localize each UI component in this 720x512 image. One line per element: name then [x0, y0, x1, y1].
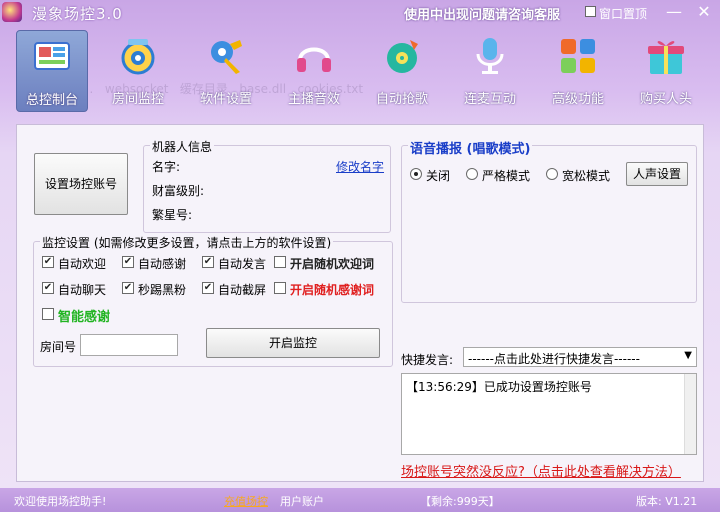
tab-label: 连麦互动 [463, 92, 516, 107]
quick-speak-label: 快捷发言: [401, 353, 454, 367]
remaining-days: 【剩余:999天】 [420, 495, 500, 508]
voice-loose-label: 宽松模式 [562, 169, 611, 183]
auto-thanks-label: 自动感谢 [138, 257, 187, 271]
auto-speak-checkbox[interactable]: ✔ [202, 256, 214, 268]
robot-info-group: 机器人信息 名字: 修改名字 财富级别: 繁星号: [143, 138, 391, 233]
wealth-level-label: 财富级别: [152, 184, 205, 198]
recharge-link[interactable]: 充值场控 [224, 493, 268, 509]
main-toolbar: 总控制台 房间监控 软件设置 主播音效 自动抢歌 连麦互动 高级功能 购买人头 [14, 30, 720, 114]
auto-speak-label: 自动发言 [218, 257, 267, 271]
user-account-link[interactable]: 用户账户 [280, 493, 324, 509]
minimize-button[interactable]: — [664, 2, 684, 22]
tab-label: 总控制台 [25, 93, 78, 108]
tab-mic-interaction[interactable]: 连麦互动 [454, 30, 526, 112]
quick-speak-value: ------点击此处进行快捷发言------ [468, 352, 640, 366]
tab-label: 房间监控 [111, 92, 164, 107]
welcome-text: 欢迎使用场控助手! [14, 495, 107, 508]
pin-checkbox[interactable] [585, 6, 596, 17]
tab-room-monitor[interactable]: 房间监控 [102, 30, 174, 112]
chevron-down-icon: ▼ [684, 350, 692, 361]
rename-link[interactable]: 修改名字 [336, 158, 384, 175]
room-number-input[interactable] [80, 334, 178, 356]
gift-icon [648, 41, 684, 74]
robot-info-title: 机器人信息 [150, 138, 215, 155]
voice-off-label: 关闭 [426, 169, 451, 183]
room-monitor-icon [121, 39, 155, 75]
voice-off-radio[interactable] [410, 168, 422, 180]
tab-label: 高级功能 [551, 92, 604, 107]
title-bar: 漫象场控3.0 使用中出现问题请咨询客服 窗口置顶 — ✕ [0, 0, 720, 26]
voice-strict-radio[interactable] [466, 168, 478, 180]
auto-chat-checkbox[interactable]: ✔ [42, 282, 54, 294]
auto-screenshot-label: 自动截屏 [218, 283, 267, 297]
status-bar: 欢迎使用场控助手! 充值场控 用户账户 【剩余:999天】 版本: V1.21 [0, 488, 720, 512]
console-icon [34, 42, 70, 70]
tab-buy-heads[interactable]: 购买人头 [630, 30, 702, 112]
human-voice-button[interactable]: 人声设置 [626, 162, 688, 186]
tab-label: 主播音效 [287, 92, 340, 107]
start-monitor-button[interactable]: 开启监控 [206, 328, 380, 358]
log-scrollbar[interactable] [684, 374, 696, 454]
app-title: 漫象场控3.0 [32, 5, 123, 23]
monitor-settings-group: 监控设置 (如需修改更多设置，请点击上方的软件设置) ✔ 自动欢迎 ✔ 自动感谢… [33, 234, 393, 367]
voice-strict-label: 严格模式 [482, 169, 531, 183]
star-number-label: 繁星号: [152, 208, 193, 222]
tab-label: 自动抢歌 [375, 92, 428, 107]
random-welcome-label: 开启随机欢迎词 [290, 257, 375, 271]
app-logo-icon [2, 2, 22, 22]
tab-auto-grab-song[interactable]: 自动抢歌 [366, 30, 438, 112]
auto-chat-label: 自动聊天 [58, 283, 107, 297]
robot-name-label: 名字: [152, 160, 181, 174]
monitor-settings-title: 监控设置 (如需修改更多设置，请点击上方的软件设置) [40, 234, 334, 251]
disc-icon [387, 40, 418, 73]
smart-thanks-checkbox[interactable] [42, 308, 54, 320]
pin-label: 窗口置顶 [599, 7, 648, 21]
console-panel: 设置场控账号 机器人信息 名字: 修改名字 财富级别: 繁星号: 监控设置 (如… [16, 124, 704, 482]
app-window: Log… websocket 缓存目录 base.dll cookies.txt… [0, 0, 720, 512]
kick-black-fans-checkbox[interactable]: ✔ [122, 282, 134, 294]
voice-broadcast-title: 语音播报 (唱歌模式) [408, 138, 533, 157]
microphone-icon [476, 38, 504, 74]
random-thanks-label: 开启随机感谢词 [290, 283, 375, 297]
auto-thanks-checkbox[interactable]: ✔ [122, 256, 134, 268]
log-textarea[interactable]: 【13:56:29】已成功设置场控账号 [401, 373, 697, 455]
tab-console[interactable]: 总控制台 [16, 30, 88, 112]
settings-wrench-icon [211, 40, 242, 74]
tab-software-settings[interactable]: 软件设置 [190, 30, 262, 112]
kick-black-fans-label: 秒踢黑粉 [138, 283, 187, 297]
app-grid-icon [561, 39, 595, 73]
random-thanks-checkbox[interactable] [274, 282, 286, 294]
set-account-button[interactable]: 设置场控账号 [34, 153, 128, 215]
room-number-label: 房间号 [40, 340, 77, 354]
voice-broadcast-group: 语音播报 (唱歌模式) 关闭 严格模式 宽松模式 人声设置 [401, 138, 697, 303]
smart-thanks-label: 智能感谢 [58, 310, 111, 325]
tab-anchor-sound[interactable]: 主播音效 [278, 30, 350, 112]
close-button[interactable]: ✕ [694, 2, 714, 22]
tab-label: 软件设置 [199, 92, 252, 107]
tab-label: 购买人头 [639, 92, 692, 107]
auto-welcome-label: 自动欢迎 [58, 257, 107, 271]
log-line: 【13:56:29】已成功设置场控账号 [406, 380, 592, 394]
quick-speak-select[interactable]: ------点击此处进行快捷发言------ ▼ [463, 347, 697, 367]
help-link[interactable]: 场控账号突然没反应?（点击此处查看解决方法） [401, 461, 681, 480]
random-welcome-checkbox[interactable] [274, 256, 286, 268]
version-text: 版本: V1.21 [636, 495, 698, 508]
voice-loose-radio[interactable] [546, 168, 558, 180]
tab-advanced[interactable]: 高级功能 [542, 30, 614, 112]
support-notice: 使用中出现问题请咨询客服 [404, 8, 561, 23]
auto-screenshot-checkbox[interactable]: ✔ [202, 282, 214, 294]
auto-welcome-checkbox[interactable]: ✔ [42, 256, 54, 268]
headphones-icon [297, 47, 331, 72]
